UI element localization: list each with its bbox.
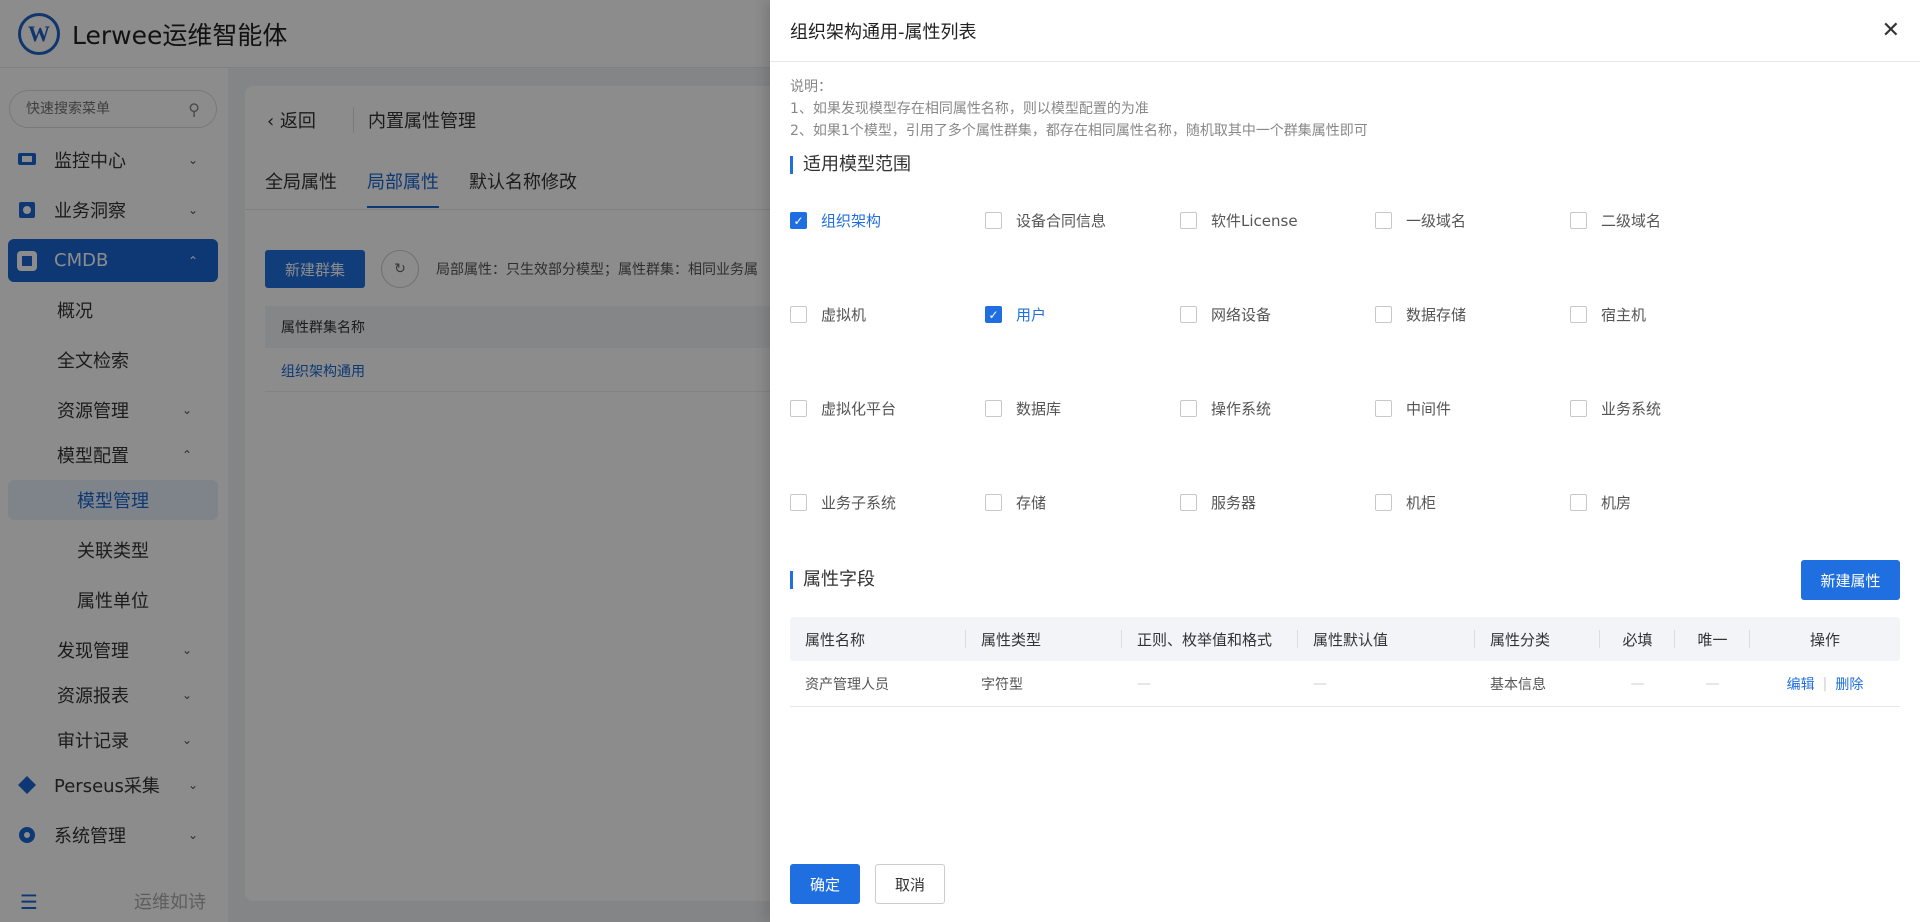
model-checkbox[interactable]: 软件License bbox=[1180, 210, 1298, 231]
attribute-table: 属性名称 属性类型 正则、枚举值和格式 属性默认值 属性分类 必填 唯一 操作 … bbox=[790, 617, 1900, 707]
model-checkbox[interactable]: ✓ 用户 bbox=[985, 304, 1046, 325]
model-checkbox-label: 机柜 bbox=[1406, 494, 1437, 512]
new-attribute-button[interactable]: 新建属性 bbox=[1801, 560, 1900, 600]
checkbox-icon[interactable] bbox=[1375, 212, 1392, 229]
checkbox-icon[interactable] bbox=[985, 212, 1002, 229]
checkbox-icon[interactable] bbox=[1570, 494, 1587, 511]
col-attr-type: 属性类型 bbox=[966, 617, 1122, 661]
note-line: 1、如果发现模型存在相同属性名称，则以模型配置的为准 bbox=[790, 101, 1149, 117]
model-checkbox-label: 宿主机 bbox=[1601, 306, 1647, 324]
checkbox-icon[interactable] bbox=[985, 494, 1002, 511]
confirm-button[interactable]: 确定 bbox=[790, 864, 860, 904]
drawer-note: 说明： 1、如果发现模型存在相同属性名称，则以模型配置的为准 2、如果1个模型，… bbox=[790, 76, 1368, 142]
model-checkbox[interactable]: 存储 bbox=[985, 492, 1046, 513]
model-checkbox-label: 操作系统 bbox=[1211, 400, 1272, 418]
model-checkbox[interactable]: 二级域名 bbox=[1570, 210, 1661, 231]
scope-section-title: 适用模型范围 bbox=[790, 156, 911, 174]
drawer-title: 组织架构通用-属性列表 bbox=[790, 21, 977, 43]
col-required: 必填 bbox=[1600, 617, 1675, 661]
cell-attr-name: 资产管理人员 bbox=[805, 676, 889, 693]
col-unique: 唯一 bbox=[1675, 617, 1750, 661]
cell-category: 基本信息 bbox=[1490, 676, 1546, 693]
cell-default: — bbox=[1313, 675, 1327, 692]
col-category: 属性分类 bbox=[1475, 617, 1600, 661]
model-checkbox-label: 业务系统 bbox=[1601, 400, 1662, 418]
model-checkbox-label: 中间件 bbox=[1406, 400, 1452, 418]
model-checkbox-label: 软件License bbox=[1211, 212, 1298, 230]
checkbox-icon[interactable] bbox=[1180, 212, 1197, 229]
close-icon[interactable]: ✕ bbox=[1882, 18, 1900, 43]
model-checkbox-label: 网络设备 bbox=[1211, 306, 1272, 324]
model-checkbox[interactable]: 业务系统 bbox=[1570, 398, 1661, 419]
model-checkbox[interactable]: 机柜 bbox=[1375, 492, 1436, 513]
model-checkbox[interactable]: 数据存储 bbox=[1375, 304, 1466, 325]
cell-attr-type: 字符型 bbox=[981, 676, 1023, 693]
model-checkbox-label: 二级域名 bbox=[1601, 212, 1662, 230]
fields-section-title: 属性字段 bbox=[790, 571, 875, 589]
checkbox-icon[interactable] bbox=[985, 400, 1002, 417]
col-regex: 正则、枚举值和格式 bbox=[1122, 617, 1298, 661]
checkbox-icon[interactable] bbox=[790, 306, 807, 323]
checkbox-checked-icon[interactable]: ✓ bbox=[985, 306, 1002, 323]
model-checkbox-label: 虚拟化平台 bbox=[821, 400, 897, 418]
model-checkbox[interactable]: 设备合同信息 bbox=[985, 210, 1106, 231]
model-checkbox[interactable]: 操作系统 bbox=[1180, 398, 1271, 419]
checkbox-icon[interactable] bbox=[1570, 212, 1587, 229]
cell-unique: — bbox=[1705, 675, 1720, 692]
checkbox-icon[interactable] bbox=[1180, 400, 1197, 417]
model-checkbox-label: 一级域名 bbox=[1406, 212, 1467, 230]
model-checkbox[interactable]: 一级域名 bbox=[1375, 210, 1466, 231]
model-checkbox[interactable]: 数据库 bbox=[985, 398, 1061, 419]
model-checkbox[interactable]: 虚拟化平台 bbox=[790, 398, 896, 419]
cell-required: — bbox=[1630, 675, 1645, 692]
model-checkbox[interactable]: 中间件 bbox=[1375, 398, 1451, 419]
checkbox-icon[interactable] bbox=[790, 494, 807, 511]
delete-link[interactable]: 删除 bbox=[1835, 674, 1863, 694]
model-checkbox-label: 服务器 bbox=[1211, 494, 1257, 512]
model-checkbox-label: 业务子系统 bbox=[821, 494, 897, 512]
checkbox-checked-icon[interactable]: ✓ bbox=[790, 212, 807, 229]
model-checkbox[interactable]: 机房 bbox=[1570, 492, 1631, 513]
table-row: 资产管理人员 字符型 — — 基本信息 — — 编辑 | 删除 bbox=[790, 661, 1900, 707]
note-line: 说明： bbox=[790, 79, 832, 95]
model-checkbox[interactable]: 业务子系统 bbox=[790, 492, 896, 513]
model-checkbox[interactable]: 服务器 bbox=[1180, 492, 1256, 513]
cancel-button[interactable]: 取消 bbox=[875, 864, 945, 904]
checkbox-icon[interactable] bbox=[1180, 306, 1197, 323]
model-checkbox-label: 数据库 bbox=[1016, 400, 1062, 418]
edit-link[interactable]: 编辑 bbox=[1787, 674, 1815, 694]
attribute-table-header: 属性名称 属性类型 正则、枚举值和格式 属性默认值 属性分类 必填 唯一 操作 bbox=[790, 617, 1900, 661]
col-attr-name: 属性名称 bbox=[790, 617, 966, 661]
note-line: 2、如果1个模型，引用了多个属性群集，都存在相同属性名称，随机取其中一个群集属性… bbox=[790, 123, 1368, 139]
model-checkbox[interactable]: 虚拟机 bbox=[790, 304, 866, 325]
checkbox-icon[interactable] bbox=[1375, 494, 1392, 511]
checkbox-icon[interactable] bbox=[1180, 494, 1197, 511]
checkbox-icon[interactable] bbox=[790, 400, 807, 417]
model-checkbox[interactable]: ✓ 组织架构 bbox=[790, 210, 881, 231]
cell-actions: 编辑 | 删除 bbox=[1750, 661, 1900, 706]
action-divider: | bbox=[1822, 675, 1828, 692]
checkbox-icon[interactable] bbox=[1375, 400, 1392, 417]
cell-regex: — bbox=[1137, 675, 1151, 692]
model-checkbox-label: 用户 bbox=[1016, 306, 1047, 324]
model-checkbox[interactable]: 宿主机 bbox=[1570, 304, 1646, 325]
col-actions: 操作 bbox=[1809, 630, 1840, 649]
attribute-list-drawer: 组织架构通用-属性列表 ✕ 说明： 1、如果发现模型存在相同属性名称，则以模型配… bbox=[770, 0, 1920, 922]
model-checkbox-label: 机房 bbox=[1601, 494, 1632, 512]
col-default: 属性默认值 bbox=[1298, 617, 1475, 661]
model-checkbox[interactable]: 网络设备 bbox=[1180, 304, 1271, 325]
drawer-header: 组织架构通用-属性列表 ✕ bbox=[770, 0, 1920, 62]
checkbox-icon[interactable] bbox=[1570, 400, 1587, 417]
checkbox-icon[interactable] bbox=[1570, 306, 1587, 323]
model-checkbox-label: 设备合同信息 bbox=[1016, 212, 1107, 230]
checkbox-icon[interactable] bbox=[1375, 306, 1392, 323]
model-checkbox-label: 组织架构 bbox=[821, 212, 882, 230]
model-checkbox-label: 虚拟机 bbox=[821, 306, 867, 324]
model-checkbox-label: 存储 bbox=[1016, 494, 1047, 512]
model-checkbox-label: 数据存储 bbox=[1406, 306, 1467, 324]
